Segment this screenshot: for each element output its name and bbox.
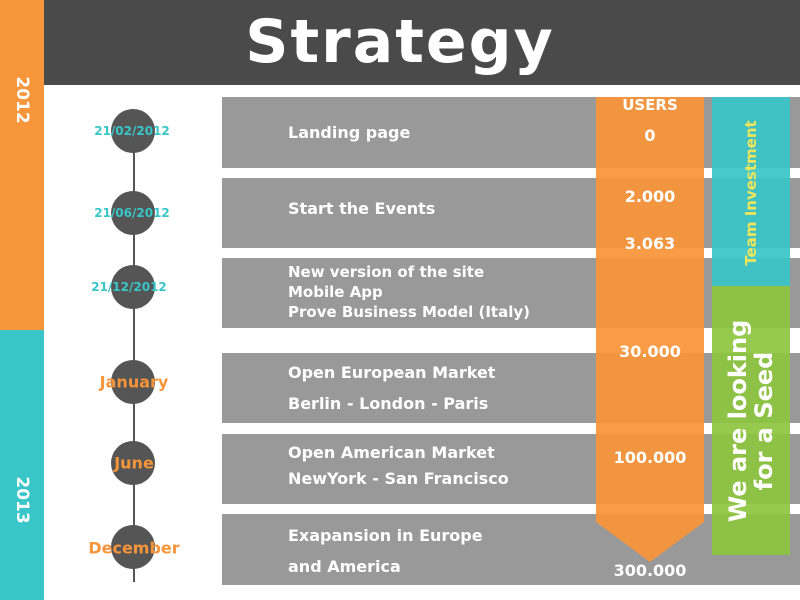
milestone-date: December (88, 538, 180, 558)
users-value: 3.063 (624, 234, 676, 253)
milestone-text: Open American Market NewYork - San Franc… (288, 443, 509, 488)
users-value: 100.000 (613, 448, 687, 467)
milestone-text: Open European Market Berlin - London - P… (288, 363, 496, 413)
year-bar-2012 (0, 0, 44, 330)
milestone-date: January (99, 372, 169, 392)
milestone-text: New version of the site Mobile App Prove… (288, 263, 530, 321)
milestone-text: Start the Events (288, 199, 436, 218)
seed-label: We are looking for a Seed (724, 319, 778, 523)
users-value: 0 (644, 126, 656, 145)
milestone-date: 21/12/2012 (91, 280, 167, 294)
users-title: USERS (622, 96, 678, 114)
milestone-date: June (114, 453, 154, 473)
milestone-date: 21/02/2012 (94, 124, 170, 138)
year-label-2013: 2013 (12, 476, 32, 524)
users-value: 30.000 (619, 342, 681, 361)
team-investment-label: Team Investment (742, 120, 760, 266)
page-title: Strategy (245, 7, 555, 77)
milestone-text: Landing page (288, 123, 411, 142)
year-label-2012: 2012 (12, 76, 32, 124)
milestone-text: Exapansion in Europe and America (288, 526, 483, 576)
year-bar-2013 (0, 330, 44, 600)
users-value: 2.000 (624, 187, 676, 206)
users-growth-arrow (596, 97, 704, 562)
users-value: 300.000 (613, 561, 687, 580)
milestone-date: 21/06/2012 (94, 206, 170, 220)
